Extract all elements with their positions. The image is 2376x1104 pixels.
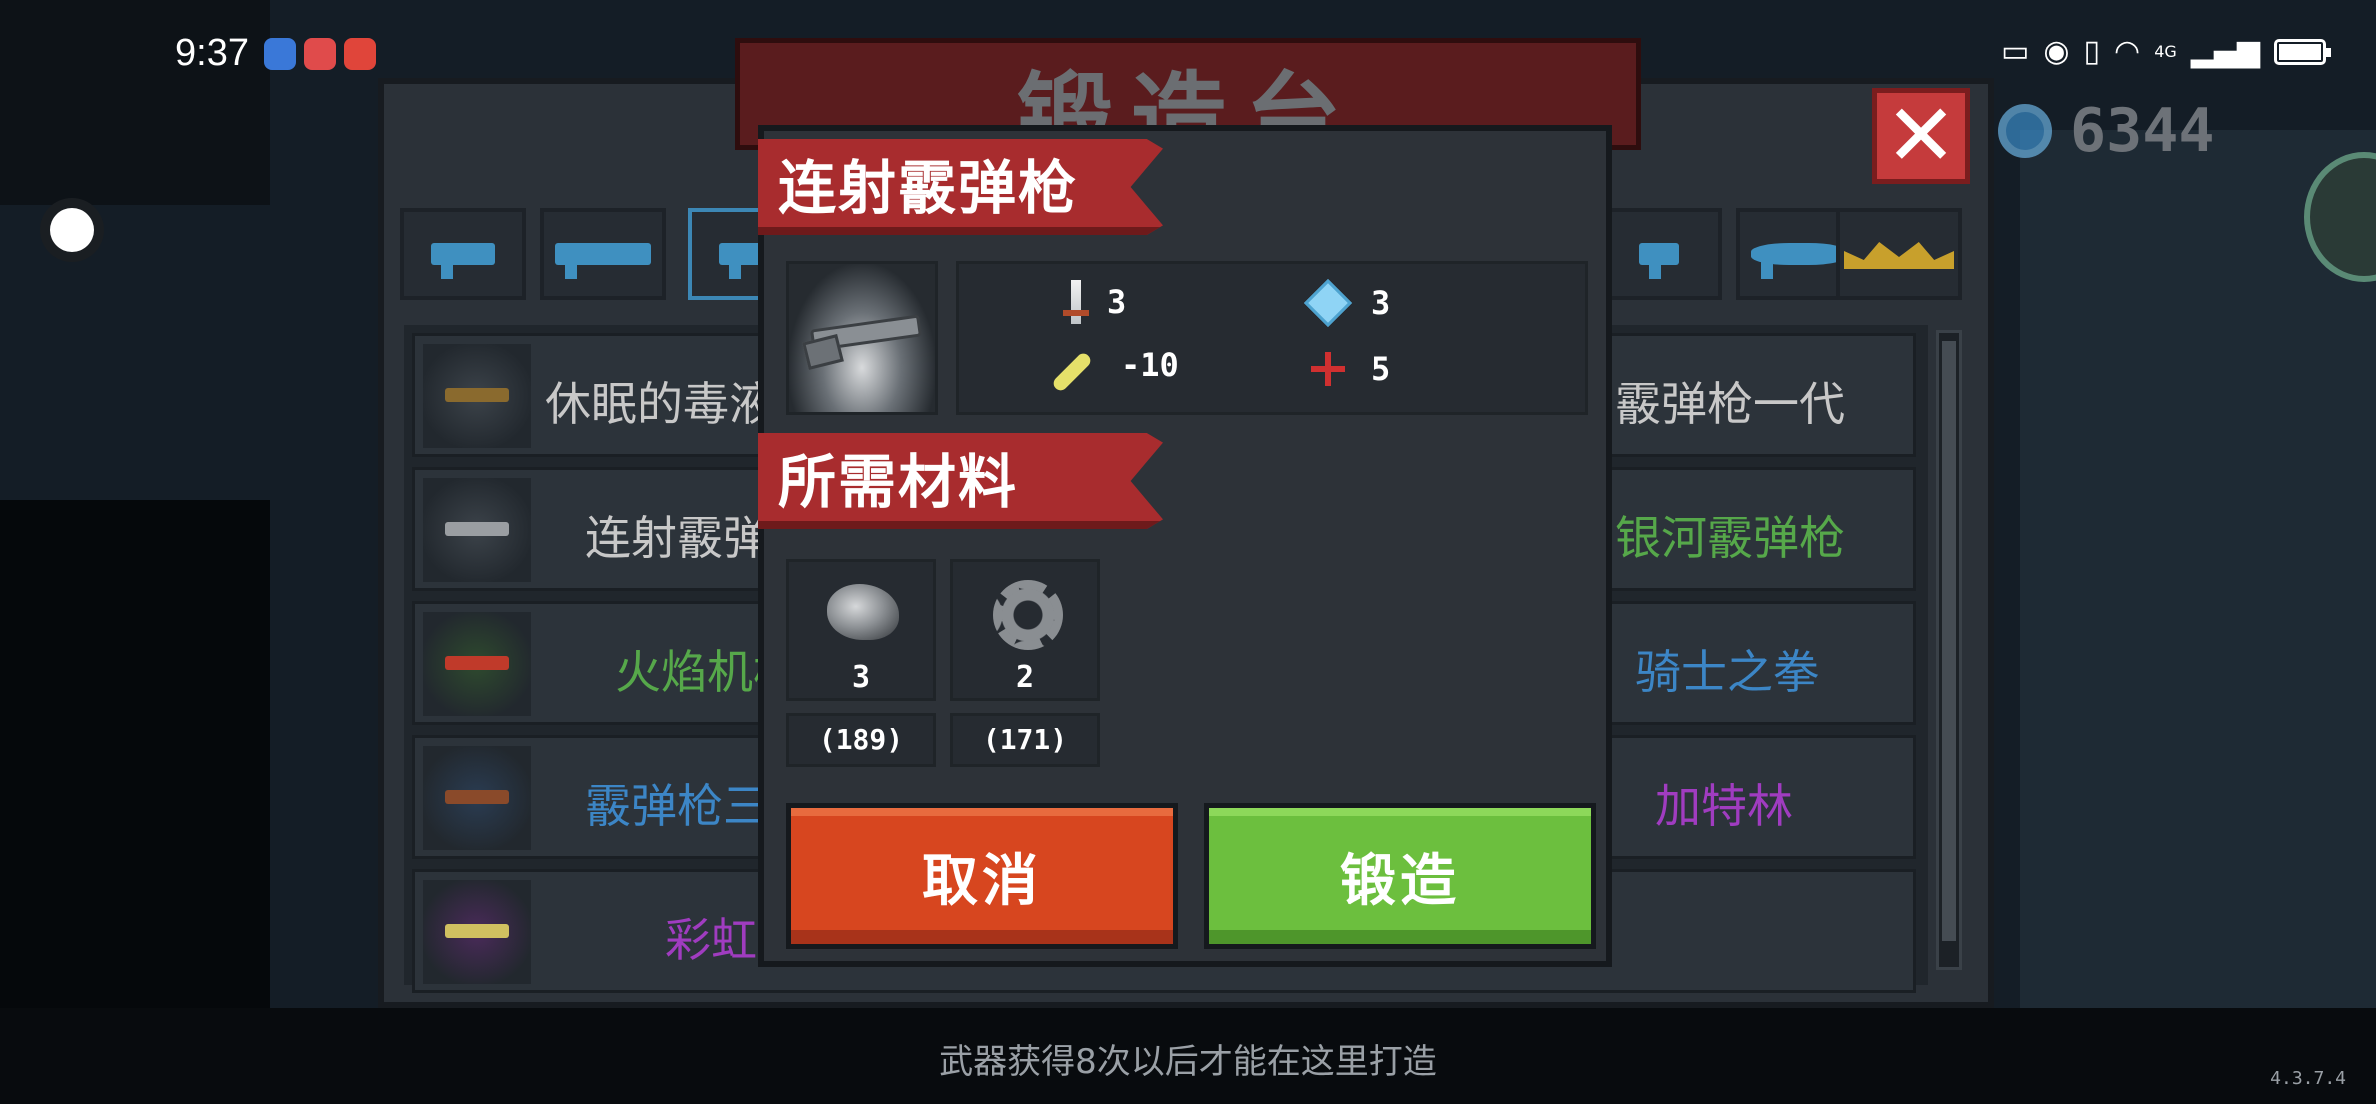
bullet-icon bbox=[1050, 350, 1094, 394]
stat-damage-value: 3 bbox=[1107, 283, 1127, 321]
sword-icon bbox=[1063, 280, 1089, 324]
material-card: 3 bbox=[786, 559, 936, 701]
materials-ribbon: 所需材料 bbox=[758, 433, 1163, 529]
tab-pistol[interactable] bbox=[400, 208, 526, 300]
eye-icon: ◉ bbox=[2043, 34, 2070, 69]
material-card: 2 bbox=[950, 559, 1100, 701]
weapon-preview bbox=[786, 261, 938, 415]
crosshair-icon bbox=[1311, 352, 1345, 386]
weapon-name: 银河霰弹枪 bbox=[1615, 511, 1845, 565]
pistol-icon bbox=[431, 243, 495, 279]
weapon-thumb bbox=[423, 746, 531, 850]
weapon-stats: 3 3 -10 5 bbox=[956, 261, 1588, 415]
weapon-name: 休眠的毒液 bbox=[545, 377, 775, 431]
tab-special[interactable] bbox=[1836, 208, 1962, 300]
material-required: 3 bbox=[851, 660, 871, 695]
weapon-thumb bbox=[423, 612, 531, 716]
wall-shadow bbox=[0, 0, 270, 205]
stat-crit: 5 bbox=[1311, 350, 1390, 388]
shotgun-grip bbox=[802, 334, 844, 370]
signal-icon: ▂▄▆ bbox=[2190, 34, 2260, 69]
ore-icon bbox=[827, 584, 899, 640]
launcher-icon bbox=[1639, 243, 1679, 279]
rifle-icon bbox=[555, 243, 651, 279]
forge-detail-dialog: 连射霰弹枪 3 3 -10 5 所需材料 3 (189) 2 (171) 取消 bbox=[758, 125, 1612, 967]
material-owned: (189) bbox=[786, 713, 936, 767]
vibrate-icon: ▯ bbox=[2083, 34, 2101, 69]
weapon-thumb bbox=[423, 880, 531, 984]
status-icons: ▭ ◉ ▯ ◠ 4G ▂▄▆ bbox=[2000, 34, 2331, 69]
tab-launcher[interactable] bbox=[1596, 208, 1722, 300]
scrollbar-thumb[interactable] bbox=[1942, 341, 1956, 941]
list-scrollbar[interactable] bbox=[1936, 330, 1962, 970]
battery-icon bbox=[2274, 38, 2331, 65]
weapon-thumb bbox=[423, 478, 531, 582]
gem-icon bbox=[1998, 104, 2052, 158]
weapon-name: 骑士之拳 bbox=[1635, 645, 1819, 699]
weapon-name-ribbon: 连射霰弹枪 bbox=[758, 139, 1163, 235]
game-app-icon bbox=[304, 38, 336, 70]
network-type: 4G bbox=[2154, 42, 2177, 61]
weapon-thumb bbox=[423, 344, 531, 448]
close-button[interactable]: ✕ bbox=[1872, 88, 1970, 184]
crown-icon bbox=[1844, 242, 1954, 269]
energy-diamond-icon bbox=[1303, 278, 1353, 328]
weapon-name: 加特林 bbox=[1655, 779, 1793, 833]
weapon-name: 彩虹 bbox=[665, 913, 757, 967]
wifi-icon: ◠ bbox=[2114, 34, 2141, 69]
stat-energy: 3 bbox=[1303, 278, 1391, 328]
currency-value: 6344 bbox=[2070, 96, 2215, 166]
material-owned: (171) bbox=[950, 713, 1100, 767]
cancel-button[interactable]: 取消 bbox=[786, 803, 1178, 949]
material-required: 2 bbox=[1015, 660, 1035, 695]
forge-button[interactable]: 锻造 bbox=[1204, 803, 1596, 949]
stat-damage: 3 bbox=[1059, 280, 1126, 324]
browser-app-icon bbox=[264, 38, 296, 70]
reader-app-icon bbox=[344, 38, 376, 70]
status-time: 9:37 bbox=[175, 32, 249, 74]
footer-hint: 武器获得8次以后才能在这里打造 bbox=[939, 1042, 1437, 1082]
tab-rifle[interactable] bbox=[540, 208, 666, 300]
stat-accuracy: -10 bbox=[1049, 346, 1179, 394]
stat-energy-value: 3 bbox=[1371, 284, 1391, 322]
currency-display: 6344 bbox=[1998, 96, 2215, 166]
stat-accuracy-value: -10 bbox=[1121, 346, 1179, 384]
fish-icon bbox=[1751, 243, 1847, 279]
stat-crit-value: 5 bbox=[1371, 350, 1391, 388]
version-label: 4.3.7.4 bbox=[2270, 1068, 2346, 1089]
weapon-name: 霰弹枪一代 bbox=[1615, 377, 1845, 431]
cast-icon: ▭ bbox=[2000, 34, 2030, 69]
gear-icon bbox=[993, 580, 1063, 650]
floating-assist-button[interactable] bbox=[40, 198, 104, 262]
